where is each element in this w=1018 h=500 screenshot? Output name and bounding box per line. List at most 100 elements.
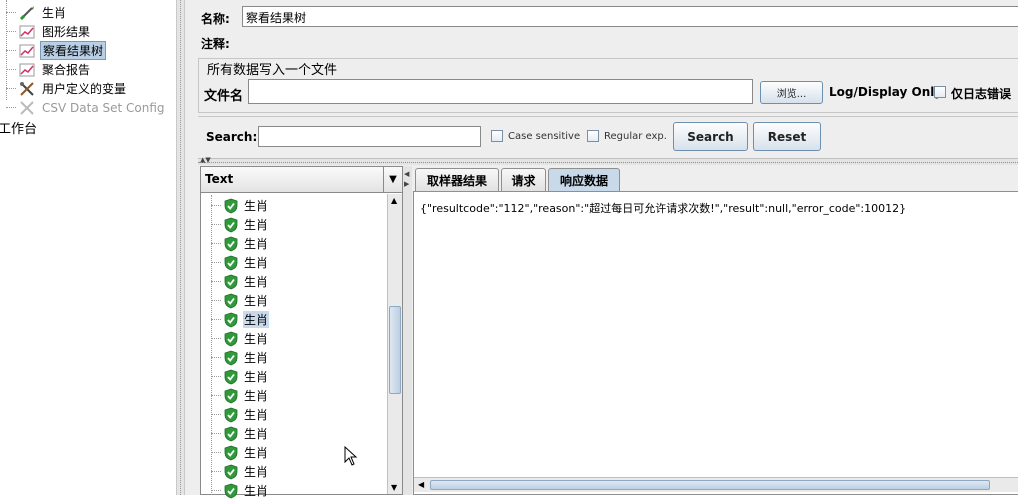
result-row-label: 生肖 [244, 332, 269, 346]
collapse-arrows-icon[interactable]: ▲▼ [200, 156, 211, 164]
result-row[interactable]: 生肖 [201, 329, 387, 348]
success-shield-icon [224, 236, 238, 252]
result-row[interactable]: 生肖 [201, 196, 387, 215]
result-row-label: 生肖 [244, 294, 269, 308]
list-detail-split-divider[interactable]: ◀ ▶ [403, 166, 412, 495]
renderer-select[interactable]: Text ▼ [201, 167, 402, 193]
scroll-up-icon[interactable]: ▲ [391, 196, 397, 205]
tree-connector [211, 224, 221, 225]
comment-field[interactable] [240, 31, 1018, 52]
view-results-tree-icon [18, 43, 36, 59]
result-row[interactable]: 生肖 [201, 291, 387, 310]
tree-connector [211, 243, 221, 244]
result-row[interactable]: 生肖 [201, 253, 387, 272]
search-input[interactable] [258, 126, 481, 147]
user-variables-icon [18, 81, 36, 97]
case-sensitive-checkbox[interactable] [491, 130, 503, 142]
reset-button[interactable]: Reset [753, 122, 821, 151]
collapse-left-icon[interactable]: ◀ [404, 170, 409, 178]
scroll-left-icon[interactable]: ◀ [418, 480, 424, 489]
result-row[interactable]: 生肖 [201, 348, 387, 367]
results-scrollbar[interactable]: ▲ ▼ [387, 194, 402, 494]
search-results-split-divider[interactable]: ▲▼ [198, 156, 1018, 165]
success-shield-icon [224, 483, 238, 499]
renderer-select-value: Text [205, 172, 234, 186]
name-field[interactable]: 察看结果树 [242, 6, 1018, 27]
regex-label: Regular exp. [604, 131, 667, 142]
success-shield-icon [224, 331, 238, 347]
tree-item-label: 用户定义的变量 [42, 82, 127, 96]
filename-input[interactable] [248, 79, 753, 104]
tree-item-aggregate-report[interactable]: 聚合报告 [6, 60, 92, 79]
tree-item-graph-results[interactable]: 图形结果 [6, 22, 92, 41]
aggregate-report-icon [18, 62, 36, 78]
result-row-label: 生肖 [244, 389, 269, 403]
result-row[interactable]: 生肖 [201, 215, 387, 234]
result-row-label: 生肖 [244, 218, 269, 232]
sampler-pen-icon [18, 5, 36, 21]
result-row-label: 生肖 [244, 408, 269, 422]
success-shield-icon [224, 198, 238, 214]
response-h-scroll-thumb[interactable] [430, 480, 990, 490]
tree-item-user-variables[interactable]: 用户定义的变量 [6, 79, 128, 98]
success-shield-icon [224, 388, 238, 404]
success-shield-icon [224, 255, 238, 271]
csv-config-icon [18, 100, 36, 116]
results-scroll-thumb[interactable] [389, 306, 401, 394]
success-shield-icon [224, 350, 238, 366]
success-shield-icon [224, 217, 238, 233]
tree-connector [211, 338, 221, 339]
file-group-title: 所有数据写入一个文件 [205, 59, 340, 78]
result-row[interactable]: 生肖 [201, 424, 387, 443]
tab-sampler-result[interactable]: 取样器结果 [415, 168, 499, 191]
result-row-label: 生肖 [244, 256, 269, 270]
success-shield-icon [224, 407, 238, 423]
chevron-down-icon[interactable]: ▼ [383, 167, 402, 192]
mouse-cursor-icon [344, 446, 358, 466]
result-row[interactable]: 生肖 [201, 234, 387, 253]
view-results-tree-panel: 名称: 察看结果树 注释: 所有数据写入一个文件 文件名 浏览... Log/D… [185, 0, 1018, 499]
name-label: 名称: [201, 12, 230, 26]
success-shield-icon [224, 312, 238, 328]
collapse-right-icon[interactable]: ▶ [404, 180, 409, 188]
result-row-label: 生肖 [244, 199, 269, 213]
filename-label: 文件名 [204, 89, 244, 104]
main-split-divider[interactable] [176, 0, 185, 495]
search-label: Search: [206, 130, 258, 144]
result-row[interactable]: 生肖 [201, 272, 387, 291]
result-row-label: 生肖 [243, 311, 270, 328]
result-row[interactable]: 生肖 [201, 310, 387, 329]
tree-item-sampler[interactable]: 生肖 [6, 3, 68, 22]
tab-response-data[interactable]: 响应数据 [548, 168, 620, 191]
tree-item-view-results-tree[interactable]: 察看结果树 [6, 41, 107, 60]
tree-item-label: 察看结果树 [40, 41, 107, 60]
tree-connector [211, 414, 221, 415]
regex-checkbox[interactable] [587, 130, 599, 142]
result-row[interactable]: 生肖 [201, 386, 387, 405]
response-data-pane: {"resultcode":"112","reason":"超过每日可允许请求次… [413, 191, 1018, 495]
tree-connector [211, 281, 221, 282]
result-row-label: 生肖 [244, 427, 269, 441]
result-row[interactable]: 生肖 [201, 443, 387, 462]
tree-connector [211, 205, 221, 206]
tree-item-label: 生肖 [42, 6, 67, 20]
errors-only-checkbox[interactable] [934, 86, 946, 98]
tree-connector [211, 471, 221, 472]
search-button[interactable]: Search [673, 122, 748, 151]
response-h-scrollbar[interactable]: ◀ [414, 477, 1018, 492]
success-shield-icon [224, 445, 238, 461]
result-row[interactable]: 生肖 [201, 405, 387, 424]
result-row[interactable]: 生肖 [201, 481, 387, 500]
tree-item-label: 聚合报告 [42, 63, 91, 77]
result-row[interactable]: 生肖 [201, 462, 387, 481]
tab-request[interactable]: 请求 [501, 168, 546, 191]
response-body-text[interactable]: {"resultcode":"112","reason":"超过每日可允许请求次… [420, 200, 906, 216]
result-row-label: 生肖 [244, 484, 269, 498]
tree-item-label: 工作台 [0, 122, 38, 137]
scroll-down-icon[interactable]: ▼ [391, 483, 397, 492]
browse-button[interactable]: 浏览... [760, 81, 823, 104]
tree-connector [211, 376, 221, 377]
result-row[interactable]: 生肖 [201, 367, 387, 386]
tree-item-csv-data-set-config[interactable]: CSV Data Set Config [6, 98, 167, 117]
tree-item-workbench[interactable]: 工作台 [0, 118, 39, 137]
